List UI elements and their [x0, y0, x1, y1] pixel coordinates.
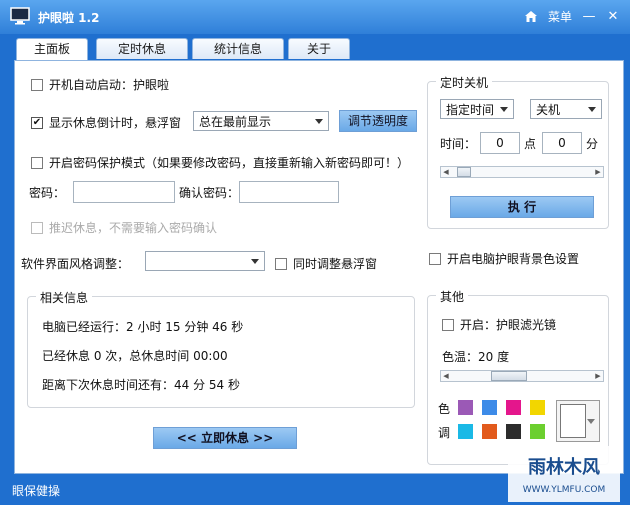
slider-right-icon[interactable]: ▶ [593, 167, 603, 177]
countdown-row: ✔ 显示休息倒计时，悬浮窗 [31, 114, 181, 131]
password-protect-label: 开启密码保护模式（如果要修改密码，直接重新输入新密码即可！） [49, 156, 410, 170]
tab-bar: 主面板 定时休息 统计信息 关于 [16, 38, 616, 61]
selected-color-dropdown[interactable] [556, 400, 600, 442]
shutdown-slider[interactable]: ◀ ▶ [440, 166, 604, 178]
sync-float-checkbox[interactable] [275, 257, 287, 270]
chevron-down-icon [500, 106, 508, 112]
related-info-group: 相关信息 电脑已经运行：2 小时 15 分钟 46 秒 已经休息 0 次，总休息… [27, 289, 415, 408]
minute-label: 分 [586, 137, 599, 151]
rest-now-button[interactable]: << 立即休息 >> [153, 427, 297, 449]
title-bar: 护眼啦 1.2 菜单 — ✕ [0, 0, 630, 34]
slider-left-icon[interactable]: ◀ [441, 167, 451, 177]
time-label: 时间： [440, 137, 477, 151]
slider-left-icon[interactable]: ◀ [441, 371, 451, 381]
color-temp-slider[interactable]: ◀ ▶ [440, 370, 604, 382]
password-field[interactable] [73, 181, 175, 203]
sync-float-label: 同时调整悬浮窗 [293, 257, 378, 271]
chevron-down-icon [315, 118, 323, 124]
uptime-text: 电脑已经运行：2 小时 15 分钟 46 秒 [42, 320, 244, 334]
color-swatch[interactable] [506, 424, 521, 439]
point-label: 点 [524, 137, 537, 151]
related-info-title: 相关信息 [36, 289, 93, 306]
slider-thumb[interactable] [491, 371, 528, 381]
delay-rest-row: 推迟休息，不需要输入密码确认 [31, 219, 217, 236]
eye-exercise-link[interactable]: 眼保健操 [12, 482, 60, 499]
shutdown-mode-value: 指定时间 [446, 102, 495, 117]
shutdown-group: 定时关机 指定时间 关机 时间： 0 点 0 分 ◀ ▶ 执 行 [427, 74, 609, 229]
menu-button[interactable]: 菜单 [548, 8, 572, 25]
color-palette [458, 400, 554, 442]
float-mode-select[interactable]: 总在最前显示 [193, 111, 329, 131]
minute-input[interactable]: 0 [542, 132, 582, 154]
password-protect-checkbox[interactable] [31, 156, 43, 169]
delay-rest-checkbox[interactable] [31, 221, 43, 234]
filter-label: 开启：护眼滤光镜 [460, 318, 557, 332]
confirm-password-label: 确认密码： [179, 186, 240, 200]
bg-color-label: 开启电脑护眼背景色设置 [447, 252, 580, 266]
chevron-down-icon [251, 258, 259, 264]
svg-text:雨林木风: 雨林木风 [528, 456, 600, 478]
slider-right-icon[interactable]: ▶ [593, 371, 603, 381]
tab-about[interactable]: 关于 [288, 38, 350, 59]
countdown-label: 显示休息倒计时，悬浮窗 [49, 116, 182, 130]
sync-float-row: 同时调整悬浮窗 [275, 255, 377, 272]
other-title: 其他 [436, 288, 469, 305]
close-icon[interactable]: ✕ [606, 9, 620, 24]
confirm-password-field[interactable] [239, 181, 339, 203]
color-swatch[interactable] [482, 424, 497, 439]
color-swatch[interactable] [506, 400, 521, 415]
window-title: 护眼啦 1.2 [38, 11, 100, 25]
color-label-2: 调 [438, 426, 451, 440]
float-mode-value: 总在最前显示 [199, 114, 272, 129]
color-swatch[interactable] [482, 400, 497, 415]
autostart-row: 开机自动启动：护眼啦 [31, 76, 169, 93]
tab-statistics[interactable]: 统计信息 [192, 38, 284, 59]
style-select[interactable] [145, 251, 265, 271]
color-swatch[interactable] [530, 400, 545, 415]
execute-button[interactable]: 执 行 [450, 196, 594, 218]
adjust-transparency-button[interactable]: 调节透明度 [339, 110, 417, 132]
style-adjust-label: 软件界面风格调整： [21, 257, 130, 271]
filter-checkbox[interactable] [442, 318, 454, 331]
delay-rest-label: 推迟休息，不需要输入密码确认 [49, 221, 218, 235]
next-rest-text: 距离下次休息时间还有：44 分 54 秒 [42, 378, 240, 392]
rest-count-text: 已经休息 0 次，总休息时间 00:00 [42, 349, 228, 363]
ylmf-logo-icon: 雨林木风 WWW.YLMFU.COM [508, 446, 620, 502]
bg-color-row: 开启电脑护眼背景色设置 [429, 250, 579, 267]
main-panel: 开机自动启动：护眼啦 ✔ 显示休息倒计时，悬浮窗 总在最前显示 调节透明度 开启… [14, 60, 624, 474]
color-label-1: 色 [438, 402, 451, 416]
color-temp-text: 色温：20 度 [442, 350, 510, 364]
hour-input[interactable]: 0 [480, 132, 520, 154]
autostart-checkbox[interactable] [31, 78, 43, 91]
slider-thumb[interactable] [457, 167, 472, 177]
autostart-label: 开机自动启动：护眼啦 [49, 78, 170, 92]
password-label: 密码： [29, 186, 66, 200]
svg-text:WWW.YLMFU.COM: WWW.YLMFU.COM [523, 485, 606, 495]
shutdown-action-value: 关机 [536, 102, 561, 117]
chevron-down-icon [587, 419, 595, 424]
tab-scheduled-rest[interactable]: 定时休息 [96, 38, 188, 59]
filter-row: 开启：护眼滤光镜 [442, 316, 556, 333]
color-swatch[interactable] [458, 424, 473, 439]
shutdown-mode-select[interactable]: 指定时间 [440, 99, 514, 119]
home-icon[interactable] [524, 10, 538, 24]
color-swatch[interactable] [458, 400, 473, 415]
countdown-checkbox[interactable]: ✔ [31, 116, 43, 129]
selected-color-swatch [560, 404, 586, 438]
minimize-icon[interactable]: — [582, 9, 596, 24]
password-protect-row: 开启密码保护模式（如果要修改密码，直接重新输入新密码即可！） [31, 154, 409, 171]
chevron-down-icon [588, 106, 596, 112]
shutdown-action-select[interactable]: 关机 [530, 99, 602, 119]
shutdown-title: 定时关机 [436, 74, 493, 91]
monitor-icon [10, 7, 30, 25]
tab-main-panel[interactable]: 主面板 [16, 38, 88, 61]
bg-color-checkbox[interactable] [429, 252, 441, 265]
color-swatch[interactable] [530, 424, 545, 439]
watermark-logo: 雨林木风 WWW.YLMFU.COM [508, 446, 620, 502]
other-group: 其他 开启：护眼滤光镜 色温：20 度 ◀ ▶ 色 调 [427, 288, 609, 465]
